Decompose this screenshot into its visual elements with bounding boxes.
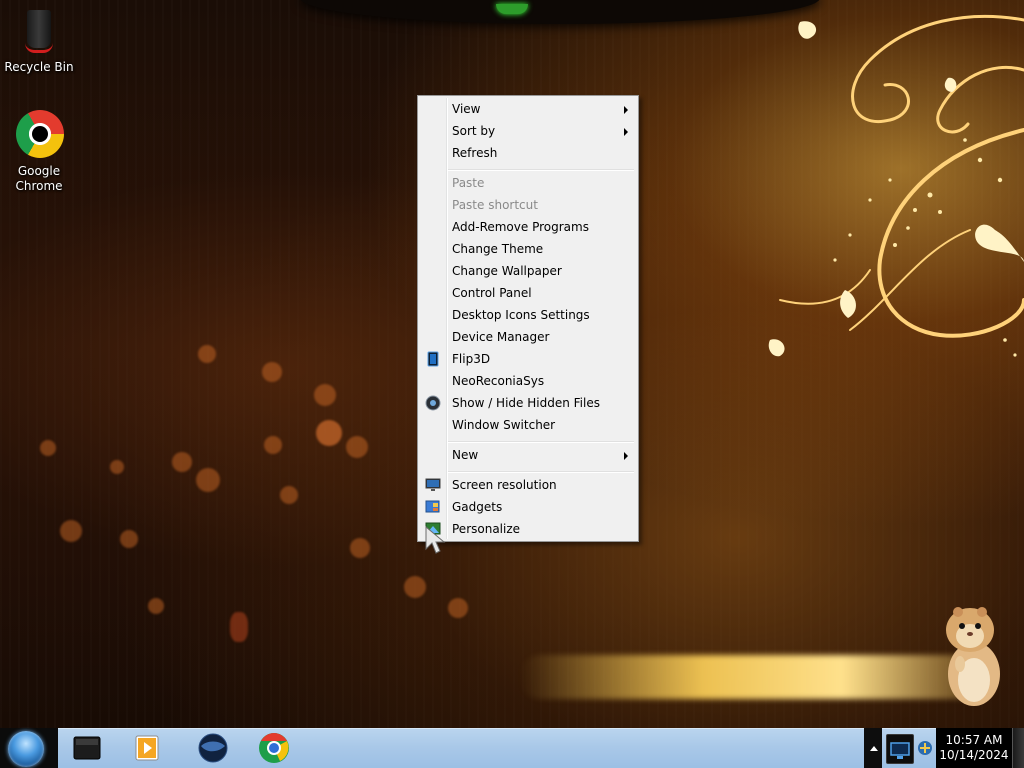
media-player-icon xyxy=(135,735,159,761)
taskbar-network-button[interactable] xyxy=(189,730,237,766)
wallpaper-bokeh xyxy=(60,520,82,542)
menu-item-screen-resolution[interactable]: Screen resolution xyxy=(420,474,636,496)
menu-item-refresh[interactable]: Refresh xyxy=(420,142,636,164)
menu-item-neoreconiasys[interactable]: NeoReconiaSys xyxy=(420,370,636,392)
wallpaper-bokeh xyxy=(148,598,164,614)
menu-item-desktop-icons-settings[interactable]: Desktop Icons Settings xyxy=(420,304,636,326)
menu-item-label: View xyxy=(452,102,481,116)
hamster-desktop-pet-icon[interactable] xyxy=(940,602,1008,710)
chrome-icon xyxy=(259,733,289,763)
menu-item-label: Add-Remove Programs xyxy=(452,220,589,234)
menu-separator xyxy=(448,441,634,443)
start-orb-icon[interactable] xyxy=(8,731,44,767)
taskbar-clock[interactable]: 10:57 AM 10/14/2024 xyxy=(936,728,1012,768)
show-hidden-icons-arrow-icon[interactable] xyxy=(870,746,878,751)
wallpaper-bokeh xyxy=(110,460,124,474)
wallpaper-bokeh xyxy=(314,384,336,406)
menu-item-label: Gadgets xyxy=(452,500,503,514)
mouse-cursor-icon xyxy=(425,525,446,554)
wallpaper-bokeh xyxy=(40,440,56,456)
wallpaper-bokeh xyxy=(264,436,282,454)
screen-resolution-icon xyxy=(425,478,441,491)
menu-separator xyxy=(448,471,634,473)
desktop-wallpaper[interactable]: Recycle Bin Google Chrome View Sort by R… xyxy=(0,0,1024,768)
menu-item-paste: Paste xyxy=(420,172,636,194)
menu-item-new[interactable]: New xyxy=(420,444,636,466)
desktop-icon-label: Google Chrome xyxy=(15,164,63,193)
menu-item-label: Control Panel xyxy=(452,286,532,300)
wallpaper-swirl-ornament xyxy=(768,14,1024,357)
wallpaper-bokeh xyxy=(350,538,370,558)
file-explorer-icon xyxy=(73,736,101,760)
wallpaper-bokeh xyxy=(404,576,426,598)
globe-icon xyxy=(198,733,228,763)
hidden-files-icon xyxy=(425,395,441,411)
desktop-icon-google-chrome[interactable]: Google Chrome xyxy=(0,110,78,194)
menu-item-label: Show / Hide Hidden Files xyxy=(452,396,600,410)
menu-item-label: Paste shortcut xyxy=(452,198,538,212)
taskbar-media-player-button[interactable] xyxy=(124,730,172,766)
menu-item-show-hide-hidden-files[interactable]: Show / Hide Hidden Files xyxy=(420,392,636,414)
network-tray-icon[interactable] xyxy=(914,734,936,762)
show-desktop-button[interactable] xyxy=(1012,728,1024,768)
menu-separator xyxy=(448,169,634,171)
menu-item-sort-by[interactable]: Sort by xyxy=(420,120,636,142)
wallpaper-bokeh xyxy=(280,486,298,504)
taskbar-chrome-button[interactable] xyxy=(250,730,298,766)
monitor-icon[interactable] xyxy=(886,734,914,764)
gadgets-icon xyxy=(425,500,440,513)
menu-item-label: Sort by xyxy=(452,124,496,138)
menu-item-change-wallpaper[interactable]: Change Wallpaper xyxy=(420,260,636,282)
menu-item-label: NeoReconiaSys xyxy=(452,374,545,388)
menu-item-personalize[interactable]: Personalize xyxy=(420,518,636,540)
menu-item-label: Device Manager xyxy=(452,330,550,344)
wallpaper-bokeh xyxy=(346,436,368,458)
wallpaper-light-band xyxy=(520,655,980,699)
wallpaper-green-glow xyxy=(496,4,528,14)
submenu-arrow-icon xyxy=(624,452,628,460)
menu-item-add-remove-programs[interactable]: Add-Remove Programs xyxy=(420,216,636,238)
wallpaper-bokeh xyxy=(448,598,468,618)
menu-item-gadgets[interactable]: Gadgets xyxy=(420,496,636,518)
menu-item-window-switcher[interactable]: Window Switcher xyxy=(420,414,636,436)
menu-item-label: Refresh xyxy=(452,146,498,160)
menu-item-label: Change Wallpaper xyxy=(452,264,562,278)
recycle-bin-icon xyxy=(13,6,65,58)
desktop-context-menu: View Sort by Refresh Paste Paste shortcu… xyxy=(417,95,639,542)
menu-item-label: Window Switcher xyxy=(452,418,556,432)
taskbar-explorer-button[interactable] xyxy=(64,730,112,766)
menu-item-label: New xyxy=(452,448,479,462)
menu-item-label: Flip3D xyxy=(452,352,491,366)
menu-item-label: Screen resolution xyxy=(452,478,557,492)
wallpaper-bokeh xyxy=(120,530,138,548)
desktop-icon-label: Recycle Bin xyxy=(4,60,74,74)
wallpaper-bokeh xyxy=(230,612,248,642)
menu-item-view[interactable]: View xyxy=(420,98,636,120)
wallpaper-bokeh xyxy=(316,420,342,446)
menu-item-device-manager[interactable]: Device Manager xyxy=(420,326,636,348)
menu-item-control-panel[interactable]: Control Panel xyxy=(420,282,636,304)
menu-item-label: Personalize xyxy=(452,522,521,536)
submenu-arrow-icon xyxy=(624,106,628,114)
desktop-icon-recycle-bin[interactable]: Recycle Bin xyxy=(0,6,78,75)
submenu-arrow-icon xyxy=(624,128,628,136)
menu-item-label: Paste xyxy=(452,176,485,190)
menu-item-paste-shortcut: Paste shortcut xyxy=(420,194,636,216)
clock-time: 10:57 AM xyxy=(945,733,1003,747)
menu-item-label: Change Theme xyxy=(452,242,544,256)
chrome-icon xyxy=(13,110,65,162)
flip3d-icon xyxy=(427,351,439,367)
wallpaper-bokeh xyxy=(262,362,282,382)
clock-date: 10/14/2024 xyxy=(939,748,1009,762)
menu-item-label: Desktop Icons Settings xyxy=(452,308,590,322)
menu-item-change-theme[interactable]: Change Theme xyxy=(420,238,636,260)
wallpaper-bokeh xyxy=(196,468,220,492)
wallpaper-bokeh xyxy=(198,345,216,363)
wallpaper-bokeh xyxy=(172,452,192,472)
menu-item-flip3d[interactable]: Flip3D xyxy=(420,348,636,370)
